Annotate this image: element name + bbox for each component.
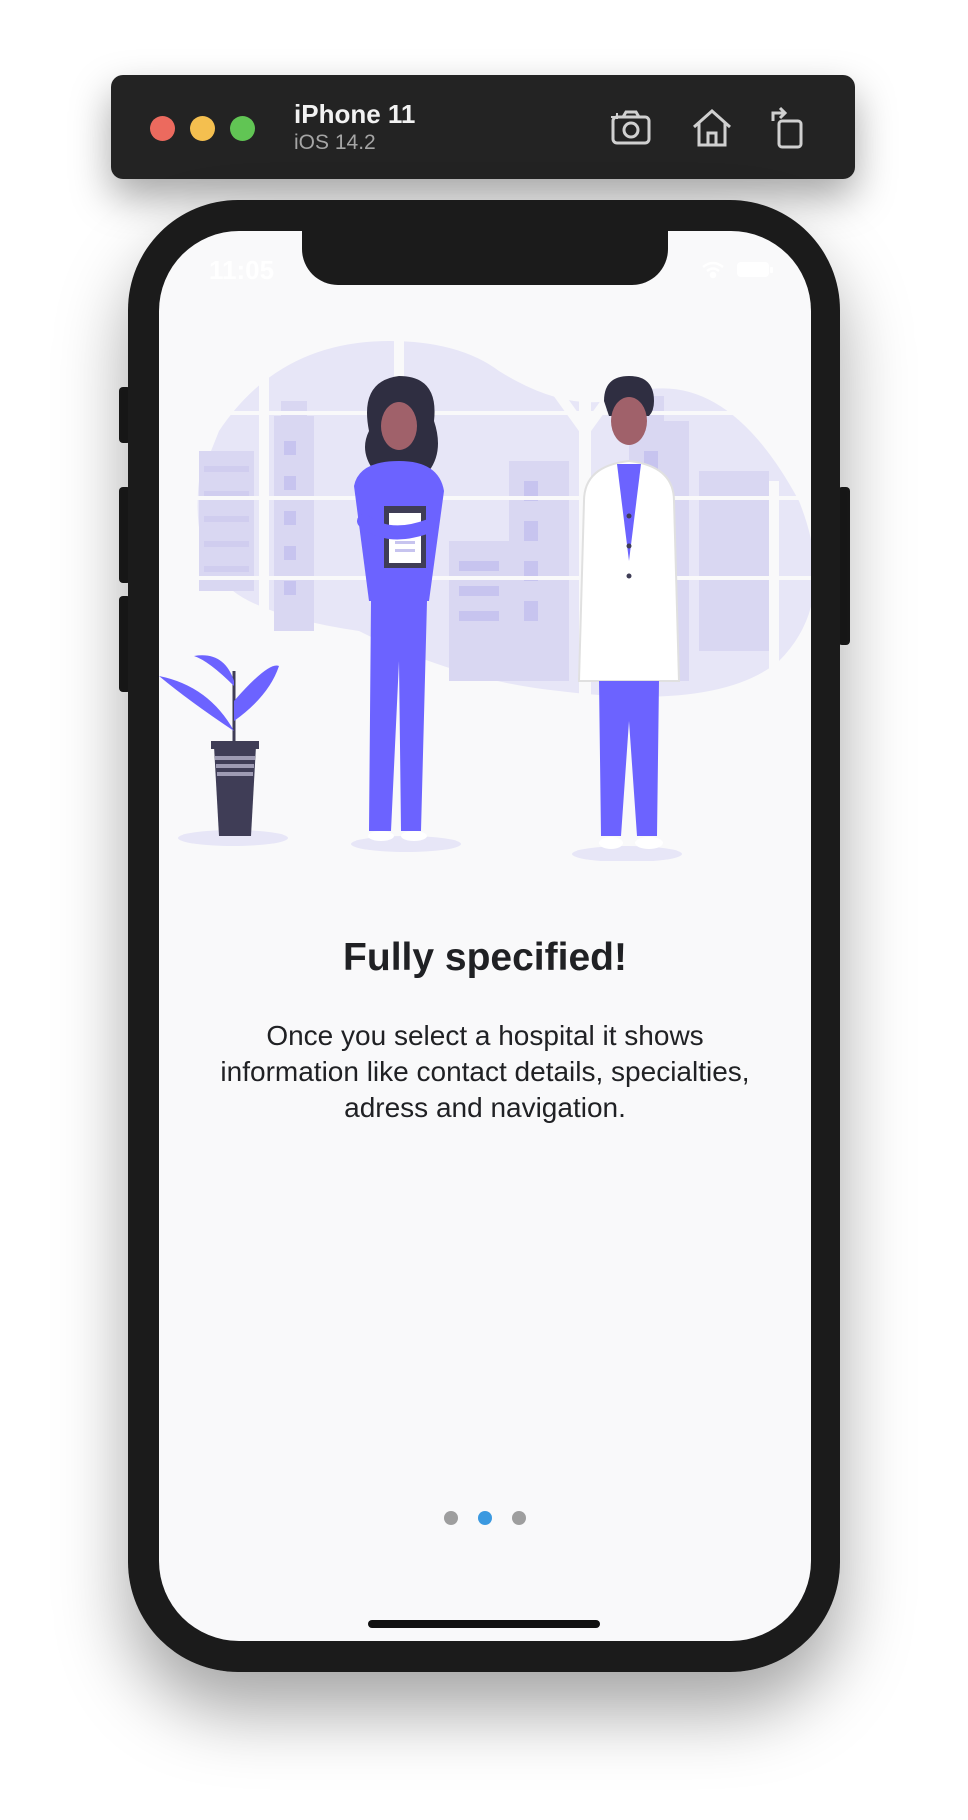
page-dot-1[interactable]: [444, 1511, 458, 1525]
doctors-illustration: [159, 331, 811, 861]
zoom-window-button[interactable]: [230, 116, 255, 141]
page-dot-2-active[interactable]: [478, 1511, 492, 1525]
status-icons: [697, 257, 777, 286]
app-screen: 11:05 Fully specified! Once you select a…: [159, 231, 811, 1641]
minimize-window-button[interactable]: [190, 116, 215, 141]
home-button[interactable]: [689, 105, 735, 151]
simulator-toolbar: iPhone 11 iOS 14.2: [111, 75, 855, 179]
rotate-icon: [771, 106, 803, 149]
onboarding-description: Once you select a hospital it shows info…: [220, 1020, 750, 1123]
wifi-icon: [702, 261, 724, 279]
page-dot-3[interactable]: [512, 1511, 526, 1525]
close-window-button[interactable]: [150, 116, 175, 141]
device-name: iPhone 11: [294, 99, 416, 129]
rotate-button[interactable]: [763, 105, 809, 151]
home-icon: [693, 108, 731, 147]
home-indicator[interactable]: [368, 1620, 600, 1628]
battery-icon: [737, 262, 773, 277]
notch: [302, 231, 668, 285]
screenshot-button[interactable]: [609, 105, 655, 151]
onboarding-title: Fully specified!: [343, 936, 627, 979]
screenshot-icon: [611, 110, 651, 145]
os-version: iOS 14.2: [294, 131, 376, 154]
page-indicator: [159, 1511, 811, 1525]
status-time: 11:05: [209, 255, 275, 285]
